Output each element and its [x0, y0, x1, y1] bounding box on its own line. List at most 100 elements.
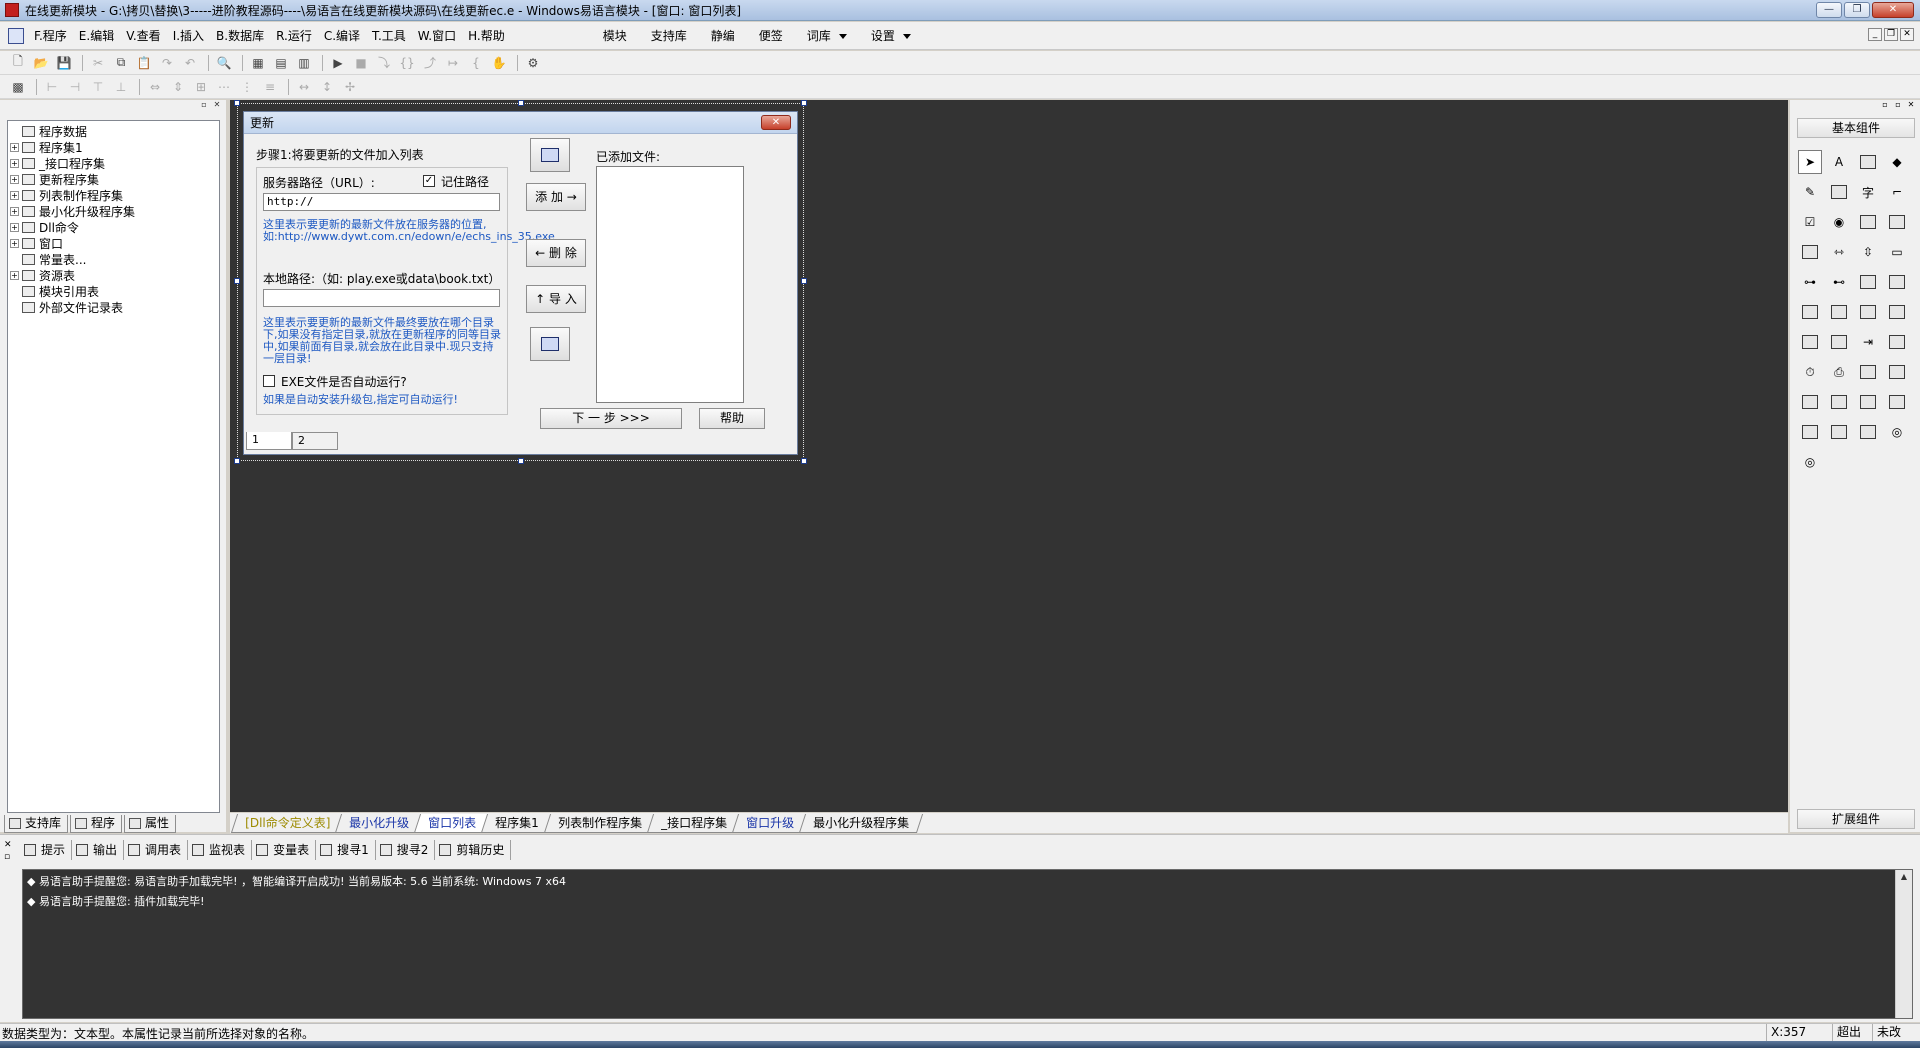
tree-node[interactable]: + 窗口 — [10, 235, 217, 251]
align-left-icon[interactable]: ⊢ — [42, 78, 62, 96]
tab-window-upgrade[interactable]: 窗口升级 — [731, 814, 809, 833]
tab-search1[interactable]: 搜寻1 — [316, 840, 376, 860]
delete-button[interactable]: ← 删 除 — [526, 239, 586, 267]
slider-icon[interactable]: ⊶ — [1798, 270, 1822, 294]
restore-button[interactable]: ❐ — [1844, 2, 1870, 18]
menu-notes[interactable]: 便签 — [747, 27, 795, 44]
space-v-icon[interactable]: ⋮ — [237, 78, 257, 96]
layout2-icon[interactable]: ▤ — [271, 54, 291, 72]
tab-variables[interactable]: 变量表 — [252, 840, 317, 860]
chart-icon[interactable] — [1798, 330, 1822, 354]
text-icon[interactable]: 字 — [1856, 180, 1880, 204]
picture-icon[interactable] — [1856, 150, 1880, 174]
redo-icon[interactable]: ↷ — [157, 54, 177, 72]
edit-box-icon[interactable]: ✎ — [1798, 180, 1822, 204]
restore-icon[interactable]: ▫ — [1893, 100, 1903, 110]
menu-help[interactable]: H.帮助 — [462, 22, 511, 50]
provider-icon[interactable] — [1885, 390, 1909, 414]
help-button[interactable]: 帮助 — [699, 408, 765, 429]
step-into-icon[interactable]: ⤵ — [374, 54, 394, 72]
center-both-icon[interactable]: ✢ — [340, 78, 360, 96]
client-icon[interactable] — [1885, 360, 1909, 384]
resize-handle[interactable] — [234, 278, 240, 284]
browse-url-button[interactable] — [530, 138, 570, 172]
space-h-icon[interactable]: ⋯ — [214, 78, 234, 96]
tree-node[interactable]: 常量表... — [10, 251, 217, 267]
mdi-close-button[interactable]: ✕ — [1900, 28, 1914, 41]
list-box-icon[interactable] — [1885, 210, 1909, 234]
odbc-provider-icon[interactable]: ◎ — [1798, 450, 1822, 474]
document-icon[interactable] — [1885, 300, 1909, 324]
exe-auto-run-checkbox[interactable] — [263, 375, 275, 387]
undo-icon[interactable]: ↶ — [180, 54, 200, 72]
resize-handle[interactable] — [801, 458, 807, 464]
progress-icon[interactable]: ▭ — [1885, 240, 1909, 264]
url-input[interactable]: http:// — [263, 193, 500, 211]
tree-node[interactable]: 模块引用表 — [10, 283, 217, 299]
added-files-list[interactable] — [596, 166, 744, 403]
layout1-icon[interactable]: ▦ — [248, 54, 268, 72]
run-icon[interactable]: ▶ — [328, 54, 348, 72]
line-chart-icon[interactable] — [1856, 420, 1880, 444]
paste-icon[interactable]: 📋 — [134, 54, 154, 72]
menu-insert[interactable]: I.插入 — [167, 22, 210, 50]
stop-icon[interactable]: ■ — [351, 54, 371, 72]
checkbox-icon[interactable]: ☑ — [1798, 210, 1822, 234]
tab-min-upgrade-module[interactable]: 最小化升级程序集 — [798, 814, 924, 833]
toolbar-icon[interactable] — [1885, 330, 1909, 354]
tab-output[interactable]: 输出 — [72, 840, 125, 860]
db-connect-icon[interactable] — [1827, 420, 1851, 444]
plugin-icon[interactable]: ⚙ — [523, 54, 543, 72]
tree-node[interactable]: + 资源表 — [10, 267, 217, 283]
db-provider-icon[interactable] — [1798, 420, 1822, 444]
radio-icon[interactable]: ◉ — [1827, 210, 1851, 234]
browse-local-button[interactable] — [530, 327, 570, 361]
menu-run[interactable]: R.运行 — [270, 22, 318, 50]
port-icon[interactable] — [1798, 390, 1822, 414]
resize-handle[interactable] — [234, 100, 240, 106]
mdi-minimize-button[interactable]: _ — [1868, 28, 1882, 41]
local-path-input[interactable] — [263, 289, 500, 307]
close-button[interactable]: ✕ — [1872, 2, 1914, 18]
same-size-icon[interactable]: ⊞ — [191, 78, 211, 96]
tree-node[interactable]: + 列表制作程序集 — [10, 187, 217, 203]
add-button[interactable]: 添 加 → — [526, 183, 586, 211]
tab-dll-commands[interactable]: [Dll命令定义表] — [230, 814, 345, 833]
shape-icon[interactable]: ◆ — [1885, 150, 1909, 174]
tab-module1[interactable]: 程序集1 — [481, 814, 554, 833]
network-icon[interactable] — [1827, 330, 1851, 354]
line-icon[interactable]: ⌐ — [1885, 180, 1909, 204]
design-window-close-button[interactable]: ✕ — [761, 115, 791, 130]
expand-icon[interactable]: + — [10, 238, 19, 248]
center-h-icon[interactable]: ↔ — [294, 78, 314, 96]
design-tab-1[interactable]: 1 — [246, 432, 292, 450]
expand-icon[interactable]: + — [10, 206, 19, 216]
menu-window[interactable]: W.窗口 — [412, 22, 462, 50]
tab-control-icon[interactable] — [1856, 270, 1880, 294]
combo-box-icon[interactable] — [1856, 210, 1880, 234]
grid-icon[interactable] — [1798, 300, 1822, 324]
same-height-icon[interactable]: ⇕ — [168, 78, 188, 96]
scroll-up-icon[interactable]: ▲ — [1896, 870, 1912, 884]
tab-support-lib[interactable]: 支持库 — [4, 815, 69, 833]
pin-icon[interactable]: ▫ — [1880, 100, 1890, 110]
tab-clipboard-history[interactable]: 剪辑历史 — [435, 840, 512, 860]
expand-icon[interactable]: + — [10, 142, 19, 152]
tab-program[interactable]: 程序 — [70, 815, 123, 833]
timer-icon[interactable]: ⏱ — [1798, 360, 1822, 384]
expand-icon[interactable]: + — [10, 190, 19, 200]
import-button[interactable]: ↑ 导 入 — [526, 285, 586, 313]
align-bottom-icon[interactable]: ⊥ — [111, 78, 131, 96]
grid-icon[interactable]: ▩ — [8, 78, 28, 96]
scroll-icon[interactable]: ⇿ — [1827, 240, 1851, 264]
design-tab-2[interactable]: 2 — [292, 432, 338, 450]
panel-close-icon[interactable]: ✕ — [212, 100, 222, 110]
space-equal-icon[interactable]: ≡ — [260, 78, 280, 96]
printer-icon[interactable]: ⎙ — [1827, 360, 1851, 384]
pointer-icon[interactable]: ➤ — [1798, 150, 1822, 174]
odbc-icon[interactable]: ◎ — [1885, 420, 1909, 444]
table-icon[interactable] — [1798, 240, 1822, 264]
output-scrollbar[interactable]: ▲ — [1895, 870, 1912, 1018]
folder-icon[interactable] — [1856, 300, 1880, 324]
output-pin-icon[interactable]: ▫ — [4, 851, 14, 863]
